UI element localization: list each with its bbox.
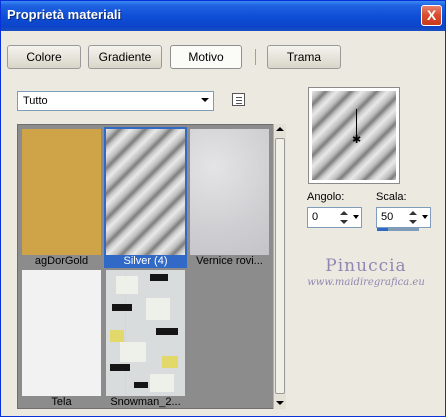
material-properties-window: Proprietà materiali X Colore Gradiente M…	[0, 0, 446, 417]
chevron-down-icon	[201, 98, 209, 102]
pattern-item-tela[interactable]: Tela	[20, 268, 103, 409]
pattern-grid: agDorGold Silver (4) Vernice rovi... Tel…	[17, 124, 286, 409]
tab-gradient[interactable]: Gradiente	[88, 45, 162, 69]
angle-stepper[interactable]: 0	[307, 207, 362, 228]
pattern-item-vernice[interactable]: Vernice rovi...	[188, 127, 271, 268]
scale-slider-fill	[377, 228, 388, 231]
scale-stepper[interactable]: 50	[376, 207, 431, 231]
tab-bar: Colore Gradiente Motivo Trama	[1, 45, 445, 73]
chevron-down-icon[interactable]	[353, 215, 359, 219]
watermark: Pinuccia www.maidiregrafica.eu	[291, 256, 441, 288]
spin-down-icon[interactable]	[340, 220, 348, 224]
scale-slider-track[interactable]	[377, 228, 419, 231]
pattern-label: Snowman_2...	[110, 396, 181, 408]
tab-texture[interactable]: Trama	[267, 45, 341, 69]
tab-color[interactable]: Colore	[7, 45, 81, 69]
pattern-item-silver[interactable]: Silver (4)	[104, 127, 187, 268]
pattern-label: agDorGold	[34, 255, 89, 267]
spin-up-icon[interactable]	[340, 211, 348, 215]
spin-down-icon[interactable]	[409, 220, 417, 224]
title-bar[interactable]: Proprietà materiali X	[1, 1, 445, 31]
scale-label: Scala:	[376, 191, 407, 203]
spin-buttons[interactable]	[408, 209, 418, 226]
angle-value: 0	[312, 211, 319, 223]
pattern-thumbnail	[106, 270, 185, 396]
pivot-icon: ✱	[352, 134, 362, 146]
tab-separator	[255, 49, 256, 65]
tab-pattern[interactable]: Motivo	[170, 45, 242, 69]
pattern-thumbnail	[190, 129, 269, 255]
chevron-down-icon[interactable]	[422, 215, 428, 219]
pattern-label: Silver (4)	[104, 255, 187, 268]
scale-value: 50	[381, 211, 394, 223]
preview-swatch: ✱	[312, 91, 396, 180]
pattern-thumbnail	[22, 129, 101, 255]
category-dropdown[interactable]: Tutto	[17, 91, 214, 111]
list-view-icon[interactable]	[232, 93, 245, 106]
scroll-thumb[interactable]	[275, 138, 285, 394]
spin-up-icon[interactable]	[409, 211, 417, 215]
pattern-item-gold[interactable]: agDorGold	[20, 127, 103, 268]
angle-label: Angolo:	[307, 191, 345, 203]
pattern-label: Vernice rovi...	[196, 255, 263, 267]
window-title: Proprietà materiali	[7, 7, 122, 22]
watermark-url: www.maidiregrafica.eu	[307, 277, 425, 288]
scroll-down-icon[interactable]	[276, 401, 284, 405]
category-value: Tutto	[23, 95, 48, 107]
pattern-preview[interactable]: ✱	[308, 87, 400, 184]
spin-buttons[interactable]	[339, 209, 349, 226]
pattern-scrollbar[interactable]	[273, 124, 286, 409]
pattern-label: Tela	[51, 396, 72, 408]
close-button[interactable]: X	[421, 5, 442, 26]
pattern-thumbnail	[22, 270, 101, 396]
pattern-item-snowman[interactable]: Snowman_2...	[104, 268, 187, 409]
watermark-name: Pinuccia	[325, 256, 407, 276]
scroll-up-icon[interactable]	[276, 127, 284, 131]
pattern-thumbnail	[104, 127, 187, 257]
